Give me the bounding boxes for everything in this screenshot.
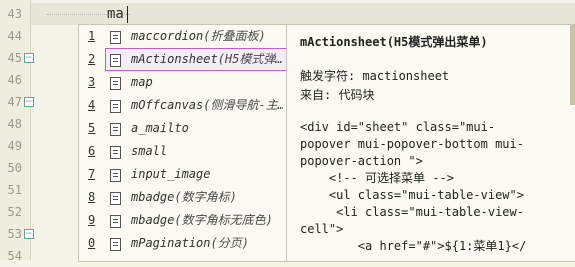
- snippet-icon: [110, 169, 121, 182]
- gutter-line: 53−: [0, 223, 34, 245]
- suggestion-label: mbadge(数字角标): [131, 186, 283, 209]
- suggestion-hint: (数字角标): [174, 190, 237, 204]
- snippet-icon: [110, 123, 121, 136]
- gutter-line: 43: [0, 3, 30, 25]
- snippet-icon: [110, 215, 121, 228]
- doc-trigger: 触发字符: mactionsheet: [300, 69, 450, 83]
- gutter-line: 51: [0, 179, 30, 201]
- suggestion-label: input_image: [131, 163, 283, 186]
- suggestion-label: mPagination(分页): [131, 232, 283, 255]
- suggestion-number: 6: [88, 144, 96, 158]
- suggestion-keyword: mActionsheet: [131, 52, 218, 66]
- line-number: 50: [7, 161, 22, 175]
- suggestion-number: 2: [88, 52, 96, 66]
- gutter-line: 52: [0, 201, 30, 223]
- doc-scrollbar[interactable]: [570, 25, 575, 105]
- suggestion-item[interactable]: 5 a_mailto: [79, 117, 287, 140]
- gutter-line: 48: [0, 113, 30, 135]
- suggestion-number: 3: [88, 75, 96, 89]
- suggestion-label: map: [131, 71, 283, 94]
- suggestion-label: mOffcanvas(侧滑导航-主…: [131, 94, 283, 117]
- suggestion-item[interactable]: 8 mbadge(数字角标): [79, 186, 287, 209]
- snippet-icon: [110, 238, 121, 251]
- suggestion-number: 4: [88, 98, 96, 112]
- gutter-line: 50: [0, 157, 30, 179]
- suggestion-item[interactable]: 6 small: [79, 140, 287, 163]
- suggestion-keyword: map: [131, 75, 153, 89]
- suggestion-number: 8: [88, 190, 96, 204]
- line-number: 52: [7, 205, 22, 219]
- suggestion-number: 0: [88, 236, 96, 250]
- line-number: 47: [7, 95, 22, 109]
- gutter-line: 45−: [0, 47, 34, 69]
- suggestion-keyword: small: [131, 144, 168, 158]
- doc-source: 来自: 代码块: [300, 88, 375, 102]
- suggestion-number: 5: [88, 121, 96, 135]
- line-number-gutter: 43 44 45− 46 47− 48 49 50 51 52 53− 54: [0, 0, 34, 263]
- autocomplete-list[interactable]: 1 maccordion(折叠面板) 2 mActionsheet(H5模式弹… 3 ma…: [78, 24, 287, 262]
- suggestion-hint: (H5模式弹…: [217, 52, 283, 66]
- snippet-icon: [110, 192, 121, 205]
- line-number: 44: [7, 29, 22, 43]
- line-number: 46: [7, 73, 22, 87]
- line-number: 48: [7, 117, 22, 131]
- line-number: 43: [7, 7, 22, 21]
- suggestion-number: 7: [88, 167, 96, 181]
- line-number: 45: [7, 51, 22, 65]
- suggestion-label: maccordion(折叠面板): [131, 25, 283, 48]
- gutter-line: 49: [0, 135, 30, 157]
- suggestion-keyword: mbadge: [131, 190, 175, 204]
- doc-title: mActionsheet(H5模式弹出菜单): [300, 35, 488, 49]
- suggestion-number: 9: [88, 213, 96, 227]
- doc-code-preview: <div id="sheet" class="mui- popover mui-…: [300, 120, 527, 253]
- suggestion-hint: (分页): [210, 236, 249, 250]
- suggestion-label: a_mailto: [131, 117, 283, 140]
- suggestion-item[interactable]: 4 mOffcanvas(侧滑导航-主…: [79, 94, 287, 117]
- gutter-line: 47−: [0, 91, 34, 113]
- snippet-doc-panel: mActionsheet(H5模式弹出菜单) 触发字符: mactionshee…: [286, 24, 575, 262]
- gutter-line: 44: [0, 25, 30, 47]
- suggestion-item[interactable]: 0 mPagination(分页): [79, 232, 287, 255]
- snippet-icon: [110, 100, 121, 113]
- line-number: 49: [7, 139, 22, 153]
- gutter-line: 46: [0, 69, 30, 91]
- suggestion-keyword: input_image: [131, 167, 211, 181]
- suggestion-hint: (侧滑导航-主…: [203, 98, 283, 112]
- suggestion-keyword: mbadge: [131, 213, 175, 227]
- snippet-icon: [110, 31, 121, 44]
- line-number: 53: [7, 227, 22, 241]
- suggestion-label: mActionsheet(H5模式弹…: [131, 48, 283, 71]
- snippet-icon: [110, 146, 121, 159]
- suggestion-number: 1: [88, 29, 96, 43]
- suggestion-item[interactable]: 3 map: [79, 71, 287, 94]
- suggestion-item[interactable]: 2 mActionsheet(H5模式弹…: [79, 48, 287, 71]
- suggestion-hint: (折叠面板): [203, 29, 266, 43]
- suggestion-item[interactable]: 9 mbadge(数字角标无底色): [79, 209, 287, 232]
- snippet-icon: [110, 54, 121, 67]
- text-caret: [127, 6, 128, 23]
- suggestion-keyword: mPagination: [131, 236, 211, 250]
- suggestion-item[interactable]: 7 input_image: [79, 163, 287, 186]
- suggestion-keyword: a_mailto: [131, 121, 189, 135]
- gutter-line: 54: [0, 245, 30, 267]
- snippet-icon: [110, 77, 121, 90]
- line-number: 54: [7, 249, 22, 263]
- suggestion-keyword: maccordion: [131, 29, 204, 43]
- suggestion-keyword: mOffcanvas: [131, 98, 204, 112]
- suggestion-hint: (数字角标无底色): [174, 213, 273, 227]
- line-number: 51: [7, 183, 22, 197]
- suggestion-label: mbadge(数字角标无底色): [131, 209, 283, 232]
- typed-text: ma: [107, 6, 124, 22]
- suggestion-label: small: [131, 140, 283, 163]
- suggestion-item[interactable]: 1 maccordion(折叠面板): [79, 25, 287, 48]
